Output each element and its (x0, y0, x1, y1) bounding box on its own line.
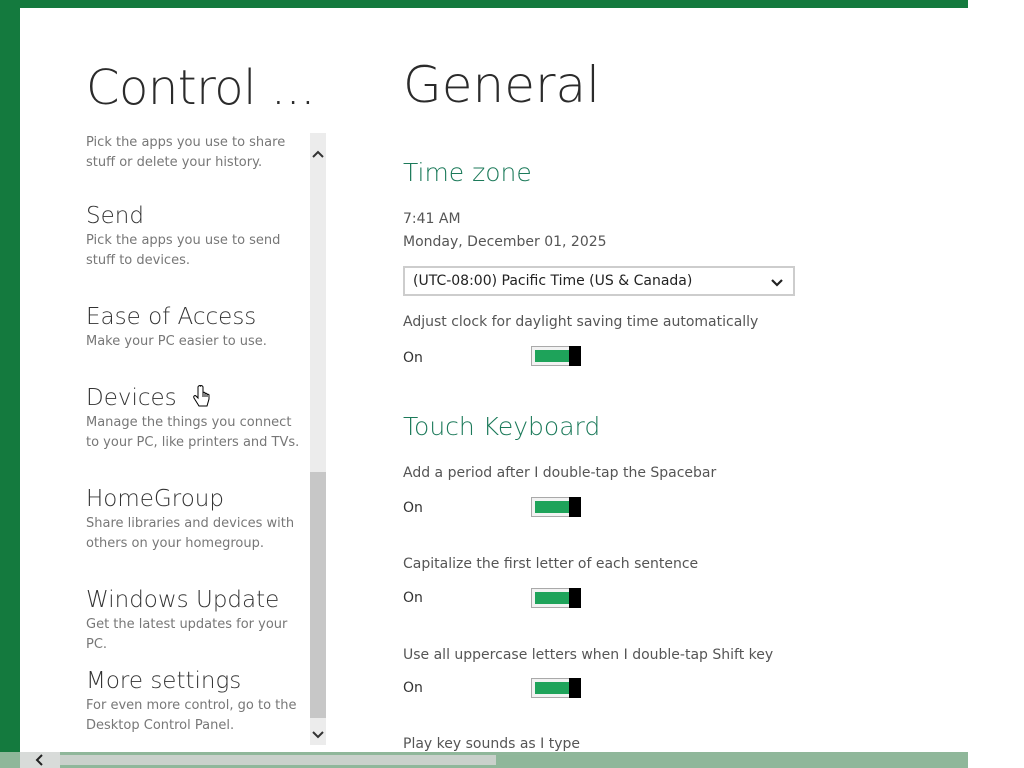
dst-label: Adjust clock for daylight saving time au… (403, 314, 759, 330)
frame-left-edge (0, 0, 20, 768)
period-label: Add a period after I double-tap the Spac… (403, 465, 717, 481)
horizontal-scrollbar-thumb[interactable] (60, 755, 496, 765)
frame-top-edge (0, 0, 968, 8)
time-zone-select[interactable]: (UTC-08:00) Pacific Time (US & Canada) (403, 266, 795, 296)
time-zone-heading: Time zone (403, 158, 532, 187)
chevron-left-icon (35, 754, 43, 766)
toggle-fill (535, 350, 569, 362)
scroll-left-button[interactable] (20, 752, 60, 768)
period-toggle[interactable] (531, 497, 581, 517)
category-title: Ease of Access (86, 304, 257, 330)
toggle-fill (535, 682, 569, 694)
category-desc: Manage the things you connect to your PC… (86, 415, 300, 450)
touch-keyboard-heading: Touch Keyboard (403, 412, 601, 441)
uppercase-label: Use all uppercase letters when I double-… (403, 647, 774, 663)
category-title: HomeGroup (86, 486, 224, 512)
uppercase-toggle[interactable] (531, 678, 581, 698)
category-more-settings[interactable]: More settings For even more control, go … (86, 666, 301, 736)
current-date: Monday, December 01, 2025 (403, 234, 607, 250)
current-time: 7:41 AM (403, 211, 461, 227)
uppercase-state: On (403, 680, 423, 696)
frame-right-edge (968, 0, 1024, 768)
capitalize-toggle[interactable] (531, 588, 581, 608)
toggle-fill (535, 501, 569, 513)
category-ease-of-access[interactable]: Ease of Access Make your PC easier to us… (86, 302, 301, 352)
capitalize-label: Capitalize the first letter of each sent… (403, 556, 699, 572)
scroll-up-button[interactable] (310, 145, 326, 163)
toggle-thumb (569, 346, 581, 366)
category-desc: Make your PC easier to use. (86, 334, 267, 349)
category-list: Pick the apps you use to share stuff or … (86, 133, 301, 733)
chevron-down-icon (771, 279, 783, 287)
time-zone-value: (UTC-08:00) Pacific Time (US & Canada) (413, 273, 693, 289)
capitalize-state: On (403, 590, 423, 606)
dst-toggle[interactable] (531, 346, 581, 366)
category-desc: For even more control, go to the Desktop… (86, 698, 297, 733)
chevron-down-icon (312, 731, 324, 739)
left-scrollbar-thumb[interactable] (310, 472, 326, 718)
scroll-down-button[interactable] (310, 726, 326, 744)
category-desc: Pick the apps you use to send stuff to d… (86, 233, 281, 268)
category-title: Windows Update (86, 587, 280, 613)
toggle-fill (535, 592, 569, 604)
category-desc: Get the latest updates for your PC. (86, 617, 288, 652)
category-homegroup[interactable]: HomeGroup Share libraries and devices wi… (86, 484, 301, 554)
hand-cursor-icon (193, 385, 210, 407)
toggle-thumb (569, 497, 581, 517)
category-title: Send (86, 203, 144, 229)
page-title: General (403, 56, 601, 114)
category-send[interactable]: Send Pick the apps you use to send stuff… (86, 201, 301, 271)
category-title: More settings (86, 668, 242, 694)
dst-state: On (403, 350, 423, 366)
chevron-up-icon (312, 150, 324, 158)
key-sounds-label: Play key sounds as I type (403, 736, 581, 752)
toggle-thumb (569, 588, 581, 608)
category-windows-update[interactable]: Windows Update Get the latest updates fo… (86, 585, 301, 655)
category-desc: Share libraries and devices with others … (86, 516, 295, 551)
toggle-thumb (569, 678, 581, 698)
share-desc: Pick the apps you use to share stuff or … (86, 135, 286, 170)
period-state: On (403, 500, 423, 516)
control-panel-title: Control ... (86, 60, 316, 116)
